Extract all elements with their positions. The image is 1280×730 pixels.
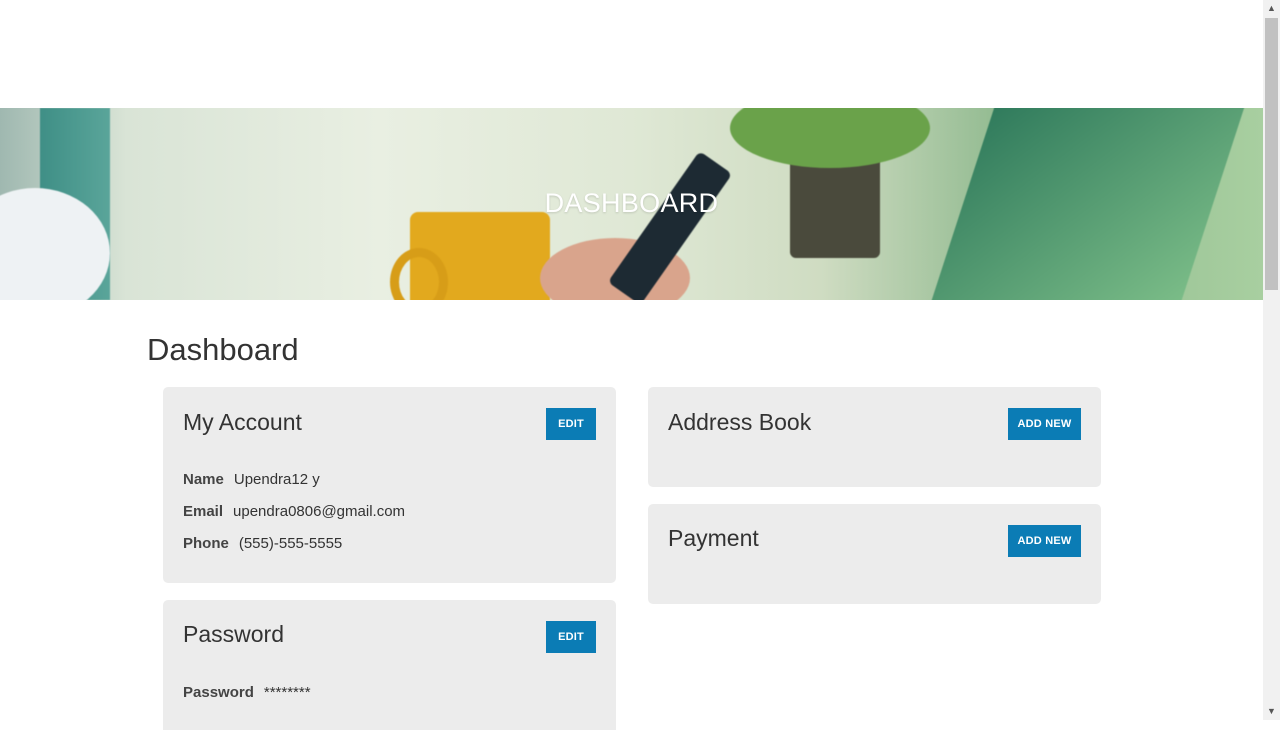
address-book-add-button[interactable]: ADD NEW	[1008, 408, 1081, 440]
email-label: Email	[183, 503, 224, 520]
address-book-card: Address Book ADD NEW	[648, 387, 1101, 487]
phone-field: Phone (555)-555-5555	[183, 535, 342, 552]
vertical-scrollbar[interactable]: ▲ ▼	[1263, 0, 1280, 720]
hero-banner: DASHBOARD	[0, 108, 1263, 300]
my-account-edit-button[interactable]: EDIT	[546, 408, 596, 440]
hero-title: DASHBOARD	[544, 188, 719, 218]
payment-card: Payment ADD NEW	[648, 504, 1101, 604]
scroll-up-icon[interactable]: ▲	[1263, 0, 1280, 17]
name-value: Upendra12 y	[233, 471, 320, 488]
password-field: Password ********	[183, 684, 311, 701]
address-book-title: Address Book	[668, 409, 812, 435]
hero-plant-leaves	[730, 108, 930, 168]
password-title: Password	[183, 621, 284, 647]
payment-add-button[interactable]: ADD NEW	[1008, 525, 1081, 557]
email-value: upendra0806@gmail.com	[233, 503, 406, 520]
password-label: Password	[183, 684, 254, 701]
scrollbar-thumb[interactable]	[1265, 18, 1278, 290]
my-account-card: My Account EDIT Name Upendra12 y Email upe…	[163, 387, 616, 583]
name-field: Name Upendra12 y	[183, 471, 320, 488]
top-header	[0, 0, 1263, 108]
phone-value: (555)-555-5555	[238, 535, 343, 552]
payment-title: Payment	[668, 525, 759, 551]
password-edit-button[interactable]: EDIT	[546, 621, 596, 653]
password-card: Password EDIT Password ********	[163, 600, 616, 730]
password-value: ********	[263, 684, 311, 701]
phone-label: Phone	[183, 535, 229, 552]
name-label: Name	[183, 471, 224, 488]
email-field: Email upendra0806@gmail.com	[183, 503, 405, 520]
scroll-down-icon[interactable]: ▼	[1263, 703, 1280, 720]
my-account-title: My Account	[183, 409, 302, 435]
page-title: Dashboard	[147, 332, 299, 367]
